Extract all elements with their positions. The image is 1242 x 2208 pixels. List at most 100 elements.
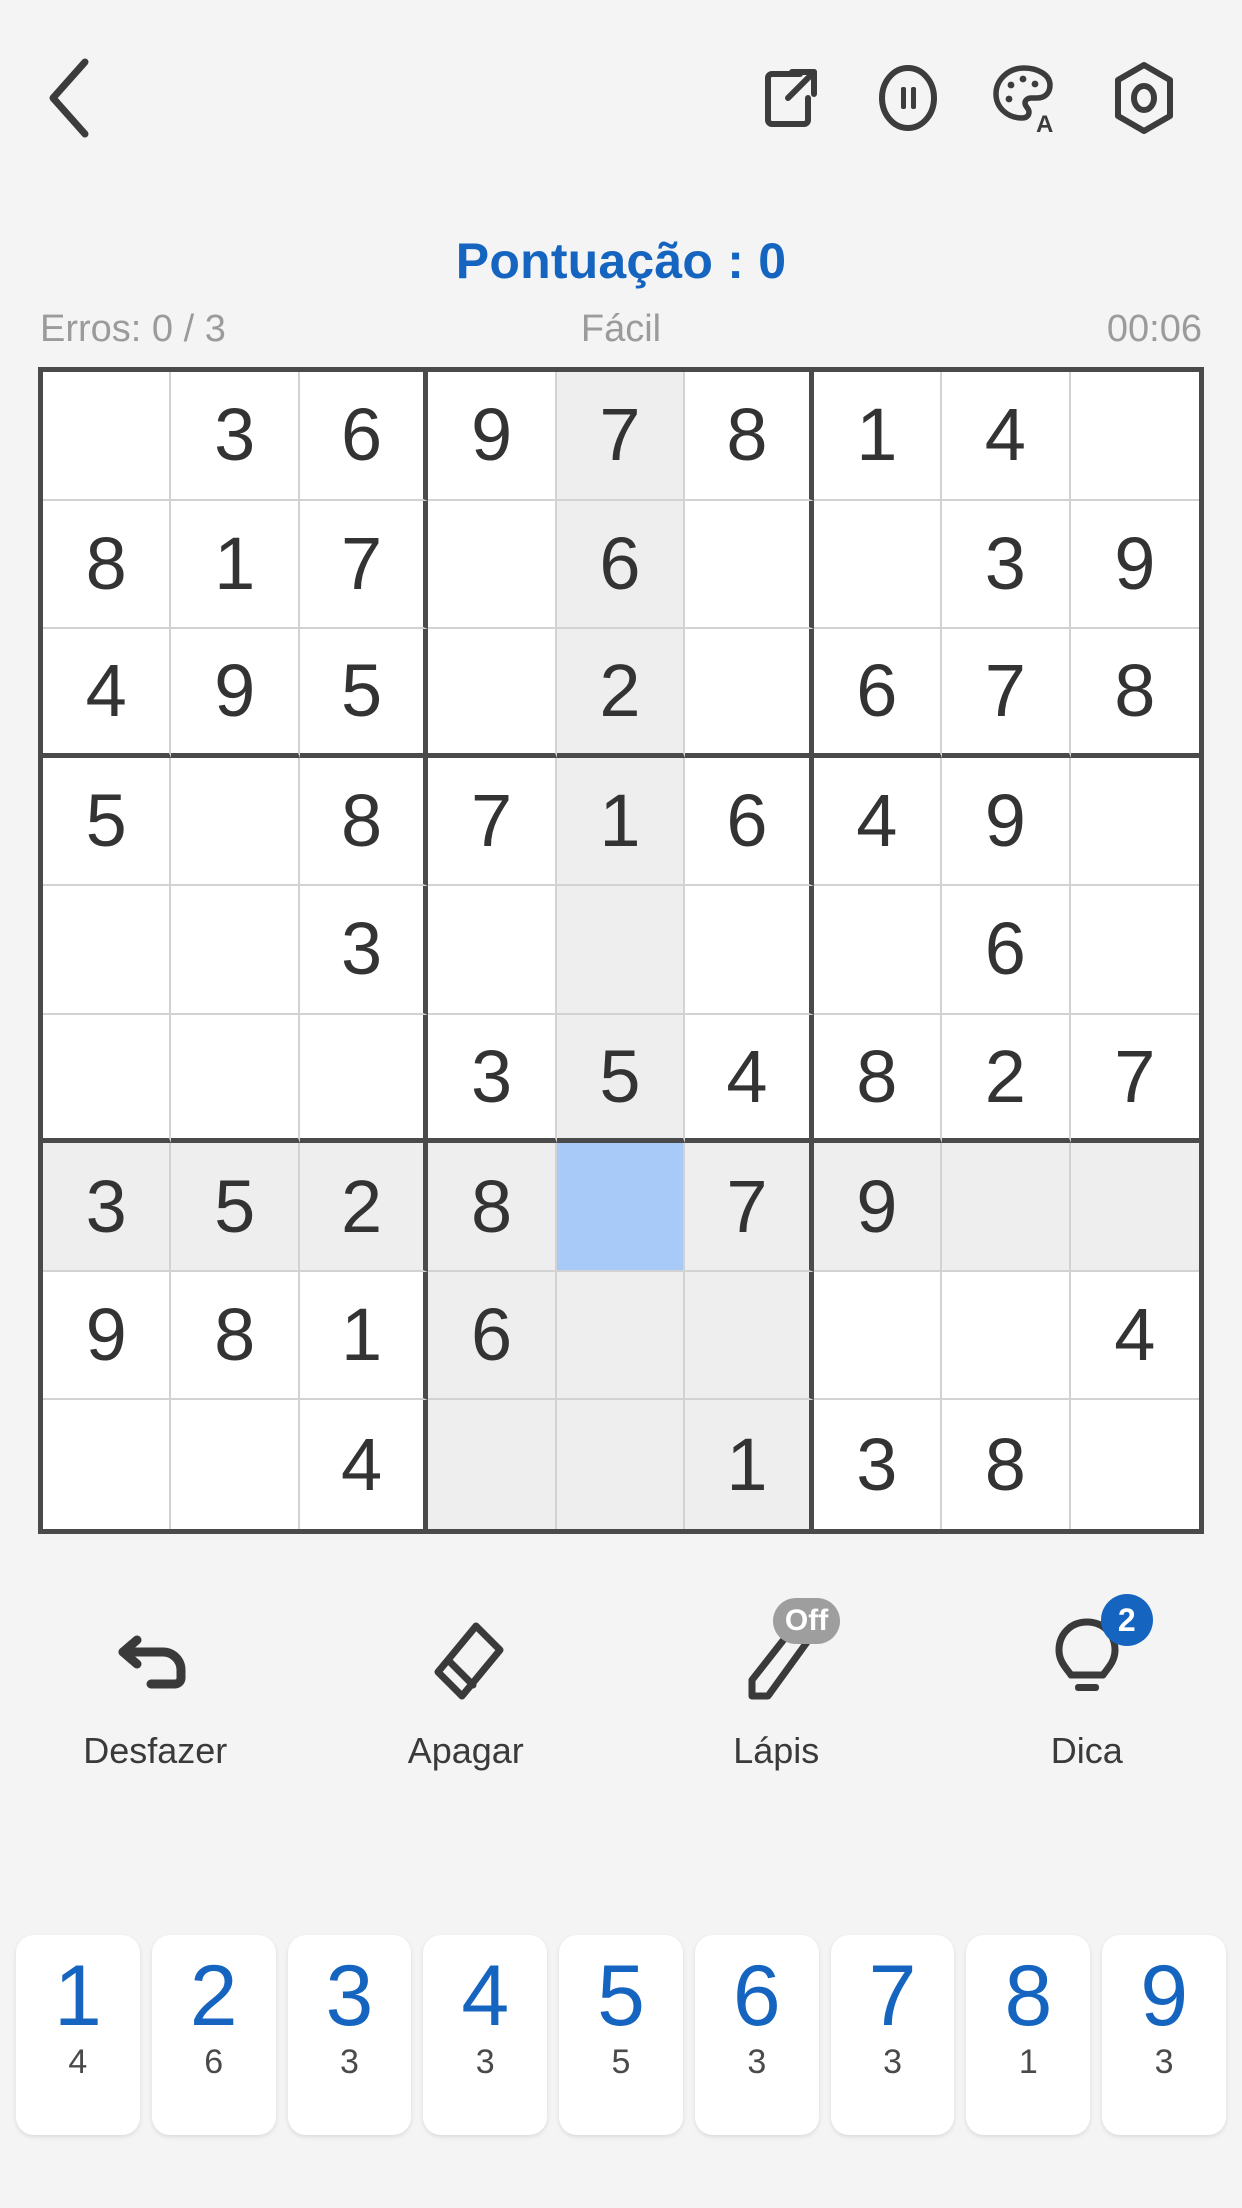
sudoku-cell-r2c5[interactable]: 6 <box>556 500 686 630</box>
sudoku-cell-r9c1[interactable] <box>43 1400 172 1529</box>
sudoku-cell-r4c2[interactable] <box>171 757 300 887</box>
sudoku-cell-r7c6[interactable]: 7 <box>685 1143 814 1272</box>
sudoku-cell-r9c9[interactable] <box>1070 1400 1199 1529</box>
back-button[interactable] <box>20 50 116 146</box>
settings-button[interactable] <box>1106 60 1182 136</box>
sudoku-cell-r3c3[interactable]: 5 <box>299 629 429 758</box>
sudoku-cell-r7c3[interactable]: 2 <box>299 1143 429 1272</box>
sudoku-cell-r5c1[interactable] <box>43 886 172 1015</box>
sudoku-cell-r9c4[interactable] <box>428 1400 557 1529</box>
sudoku-cell-r1c9[interactable] <box>1070 372 1199 501</box>
sudoku-cell-r3c8[interactable]: 7 <box>942 629 1071 758</box>
sudoku-cell-r7c1[interactable]: 3 <box>43 1143 172 1272</box>
sudoku-cell-r3c6[interactable] <box>685 629 814 758</box>
sudoku-cell-r5c9[interactable] <box>1070 886 1199 1015</box>
sudoku-cell-r7c5[interactable] <box>556 1143 686 1272</box>
sudoku-cell-r4c6[interactable]: 6 <box>685 757 814 887</box>
sudoku-cell-r9c3[interactable]: 4 <box>299 1400 429 1529</box>
sudoku-cell-r8c2[interactable]: 8 <box>171 1271 300 1401</box>
sudoku-cell-r7c9[interactable] <box>1070 1143 1199 1272</box>
sudoku-cell-r8c6[interactable] <box>685 1271 814 1401</box>
sudoku-cell-r5c8[interactable]: 6 <box>942 886 1071 1015</box>
sudoku-cell-r3c2[interactable]: 9 <box>171 629 300 758</box>
sudoku-cell-r7c4[interactable]: 8 <box>428 1143 557 1272</box>
sudoku-cell-r6c9[interactable]: 7 <box>1070 1014 1199 1144</box>
number-key-8[interactable]: 81 <box>966 1935 1091 2135</box>
sudoku-cell-r5c3[interactable]: 3 <box>299 886 429 1015</box>
sudoku-cell-r2c2[interactable]: 1 <box>171 500 300 630</box>
sudoku-cell-r8c3[interactable]: 1 <box>299 1271 429 1401</box>
sudoku-cell-r4c4[interactable]: 7 <box>428 757 557 887</box>
sudoku-cell-r3c1[interactable]: 4 <box>43 629 172 758</box>
sudoku-cell-r7c7[interactable]: 9 <box>813 1143 943 1272</box>
sudoku-cell-r4c1[interactable]: 5 <box>43 757 172 887</box>
sudoku-cell-r5c7[interactable] <box>813 886 943 1015</box>
erase-button[interactable]: Apagar <box>311 1600 622 1772</box>
sudoku-cell-r8c9[interactable]: 4 <box>1070 1271 1199 1401</box>
sudoku-cell-r2c4[interactable] <box>428 500 557 630</box>
sudoku-cell-r7c2[interactable]: 5 <box>171 1143 300 1272</box>
number-key-9[interactable]: 93 <box>1102 1935 1227 2135</box>
pause-circle-icon <box>879 65 937 131</box>
pause-button[interactable] <box>870 60 946 136</box>
sudoku-cell-r6c3[interactable] <box>299 1014 429 1144</box>
number-key-7[interactable]: 73 <box>830 1935 955 2135</box>
sudoku-cell-r6c8[interactable]: 2 <box>942 1014 1071 1144</box>
sudoku-cell-r2c7[interactable] <box>813 500 943 630</box>
sudoku-cell-r9c8[interactable]: 8 <box>942 1400 1071 1529</box>
sudoku-cell-r1c4[interactable]: 9 <box>428 372 557 501</box>
sudoku-cell-r8c8[interactable] <box>942 1271 1071 1401</box>
sudoku-cell-r8c7[interactable] <box>813 1271 943 1401</box>
sudoku-cell-r6c7[interactable]: 8 <box>813 1014 943 1144</box>
sudoku-cell-r4c9[interactable] <box>1070 757 1199 887</box>
sudoku-cell-r6c4[interactable]: 3 <box>428 1014 557 1144</box>
sudoku-cell-r1c7[interactable]: 1 <box>813 372 943 501</box>
sudoku-cell-r2c3[interactable]: 7 <box>299 500 429 630</box>
share-button[interactable] <box>752 60 828 136</box>
sudoku-cell-r9c6[interactable]: 1 <box>685 1400 814 1529</box>
sudoku-cell-r8c4[interactable]: 6 <box>428 1271 557 1401</box>
number-key-4[interactable]: 43 <box>423 1935 548 2135</box>
sudoku-cell-r6c6[interactable]: 4 <box>685 1014 814 1144</box>
sudoku-cell-r4c3[interactable]: 8 <box>299 757 429 887</box>
sudoku-cell-r3c9[interactable]: 8 <box>1070 629 1199 758</box>
undo-button[interactable]: Desfazer <box>0 1600 311 1772</box>
number-key-2[interactable]: 26 <box>151 1935 276 2135</box>
sudoku-cell-r1c8[interactable]: 4 <box>942 372 1071 501</box>
sudoku-cell-r2c1[interactable]: 8 <box>43 500 172 630</box>
number-key-3[interactable]: 33 <box>287 1935 412 2135</box>
sudoku-cell-r1c6[interactable]: 8 <box>685 372 814 501</box>
sudoku-cell-r8c5[interactable] <box>556 1271 686 1401</box>
pencil-button[interactable]: Off Lápis <box>621 1598 932 1772</box>
sudoku-cell-r8c1[interactable]: 9 <box>43 1271 172 1401</box>
theme-button[interactable]: A <box>988 60 1064 136</box>
sudoku-cell-r5c2[interactable] <box>171 886 300 1015</box>
sudoku-cell-r7c8[interactable] <box>942 1143 1071 1272</box>
sudoku-cell-r5c5[interactable] <box>556 886 686 1015</box>
number-key-5[interactable]: 55 <box>559 1935 683 2135</box>
sudoku-cell-r2c9[interactable]: 9 <box>1070 500 1199 630</box>
sudoku-cell-r6c5[interactable]: 5 <box>556 1014 686 1144</box>
sudoku-cell-r6c2[interactable] <box>171 1014 300 1144</box>
hint-button[interactable]: 2 Dica <box>932 1594 1242 1772</box>
sudoku-cell-r1c5[interactable]: 7 <box>556 372 686 501</box>
sudoku-cell-r1c2[interactable]: 3 <box>171 372 300 501</box>
sudoku-cell-r9c7[interactable]: 3 <box>813 1400 943 1529</box>
sudoku-cell-r2c8[interactable]: 3 <box>942 500 1071 630</box>
sudoku-cell-r1c3[interactable]: 6 <box>299 372 429 501</box>
sudoku-cell-r5c6[interactable] <box>685 886 814 1015</box>
sudoku-cell-r4c7[interactable]: 4 <box>813 757 943 887</box>
sudoku-cell-r6c1[interactable] <box>43 1014 172 1144</box>
sudoku-cell-r3c5[interactable]: 2 <box>556 629 686 758</box>
number-key-6[interactable]: 63 <box>694 1935 819 2135</box>
sudoku-cell-r2c6[interactable] <box>685 500 814 630</box>
sudoku-cell-r3c7[interactable]: 6 <box>813 629 943 758</box>
sudoku-cell-r5c4[interactable] <box>428 886 557 1015</box>
sudoku-cell-r3c4[interactable] <box>428 629 557 758</box>
number-key-1[interactable]: 14 <box>16 1935 140 2135</box>
sudoku-cell-r9c2[interactable] <box>171 1400 300 1529</box>
sudoku-cell-r4c8[interactable]: 9 <box>942 757 1071 887</box>
sudoku-cell-r1c1[interactable] <box>43 372 172 501</box>
sudoku-cell-r4c5[interactable]: 1 <box>556 757 686 887</box>
sudoku-cell-r9c5[interactable] <box>556 1400 686 1529</box>
